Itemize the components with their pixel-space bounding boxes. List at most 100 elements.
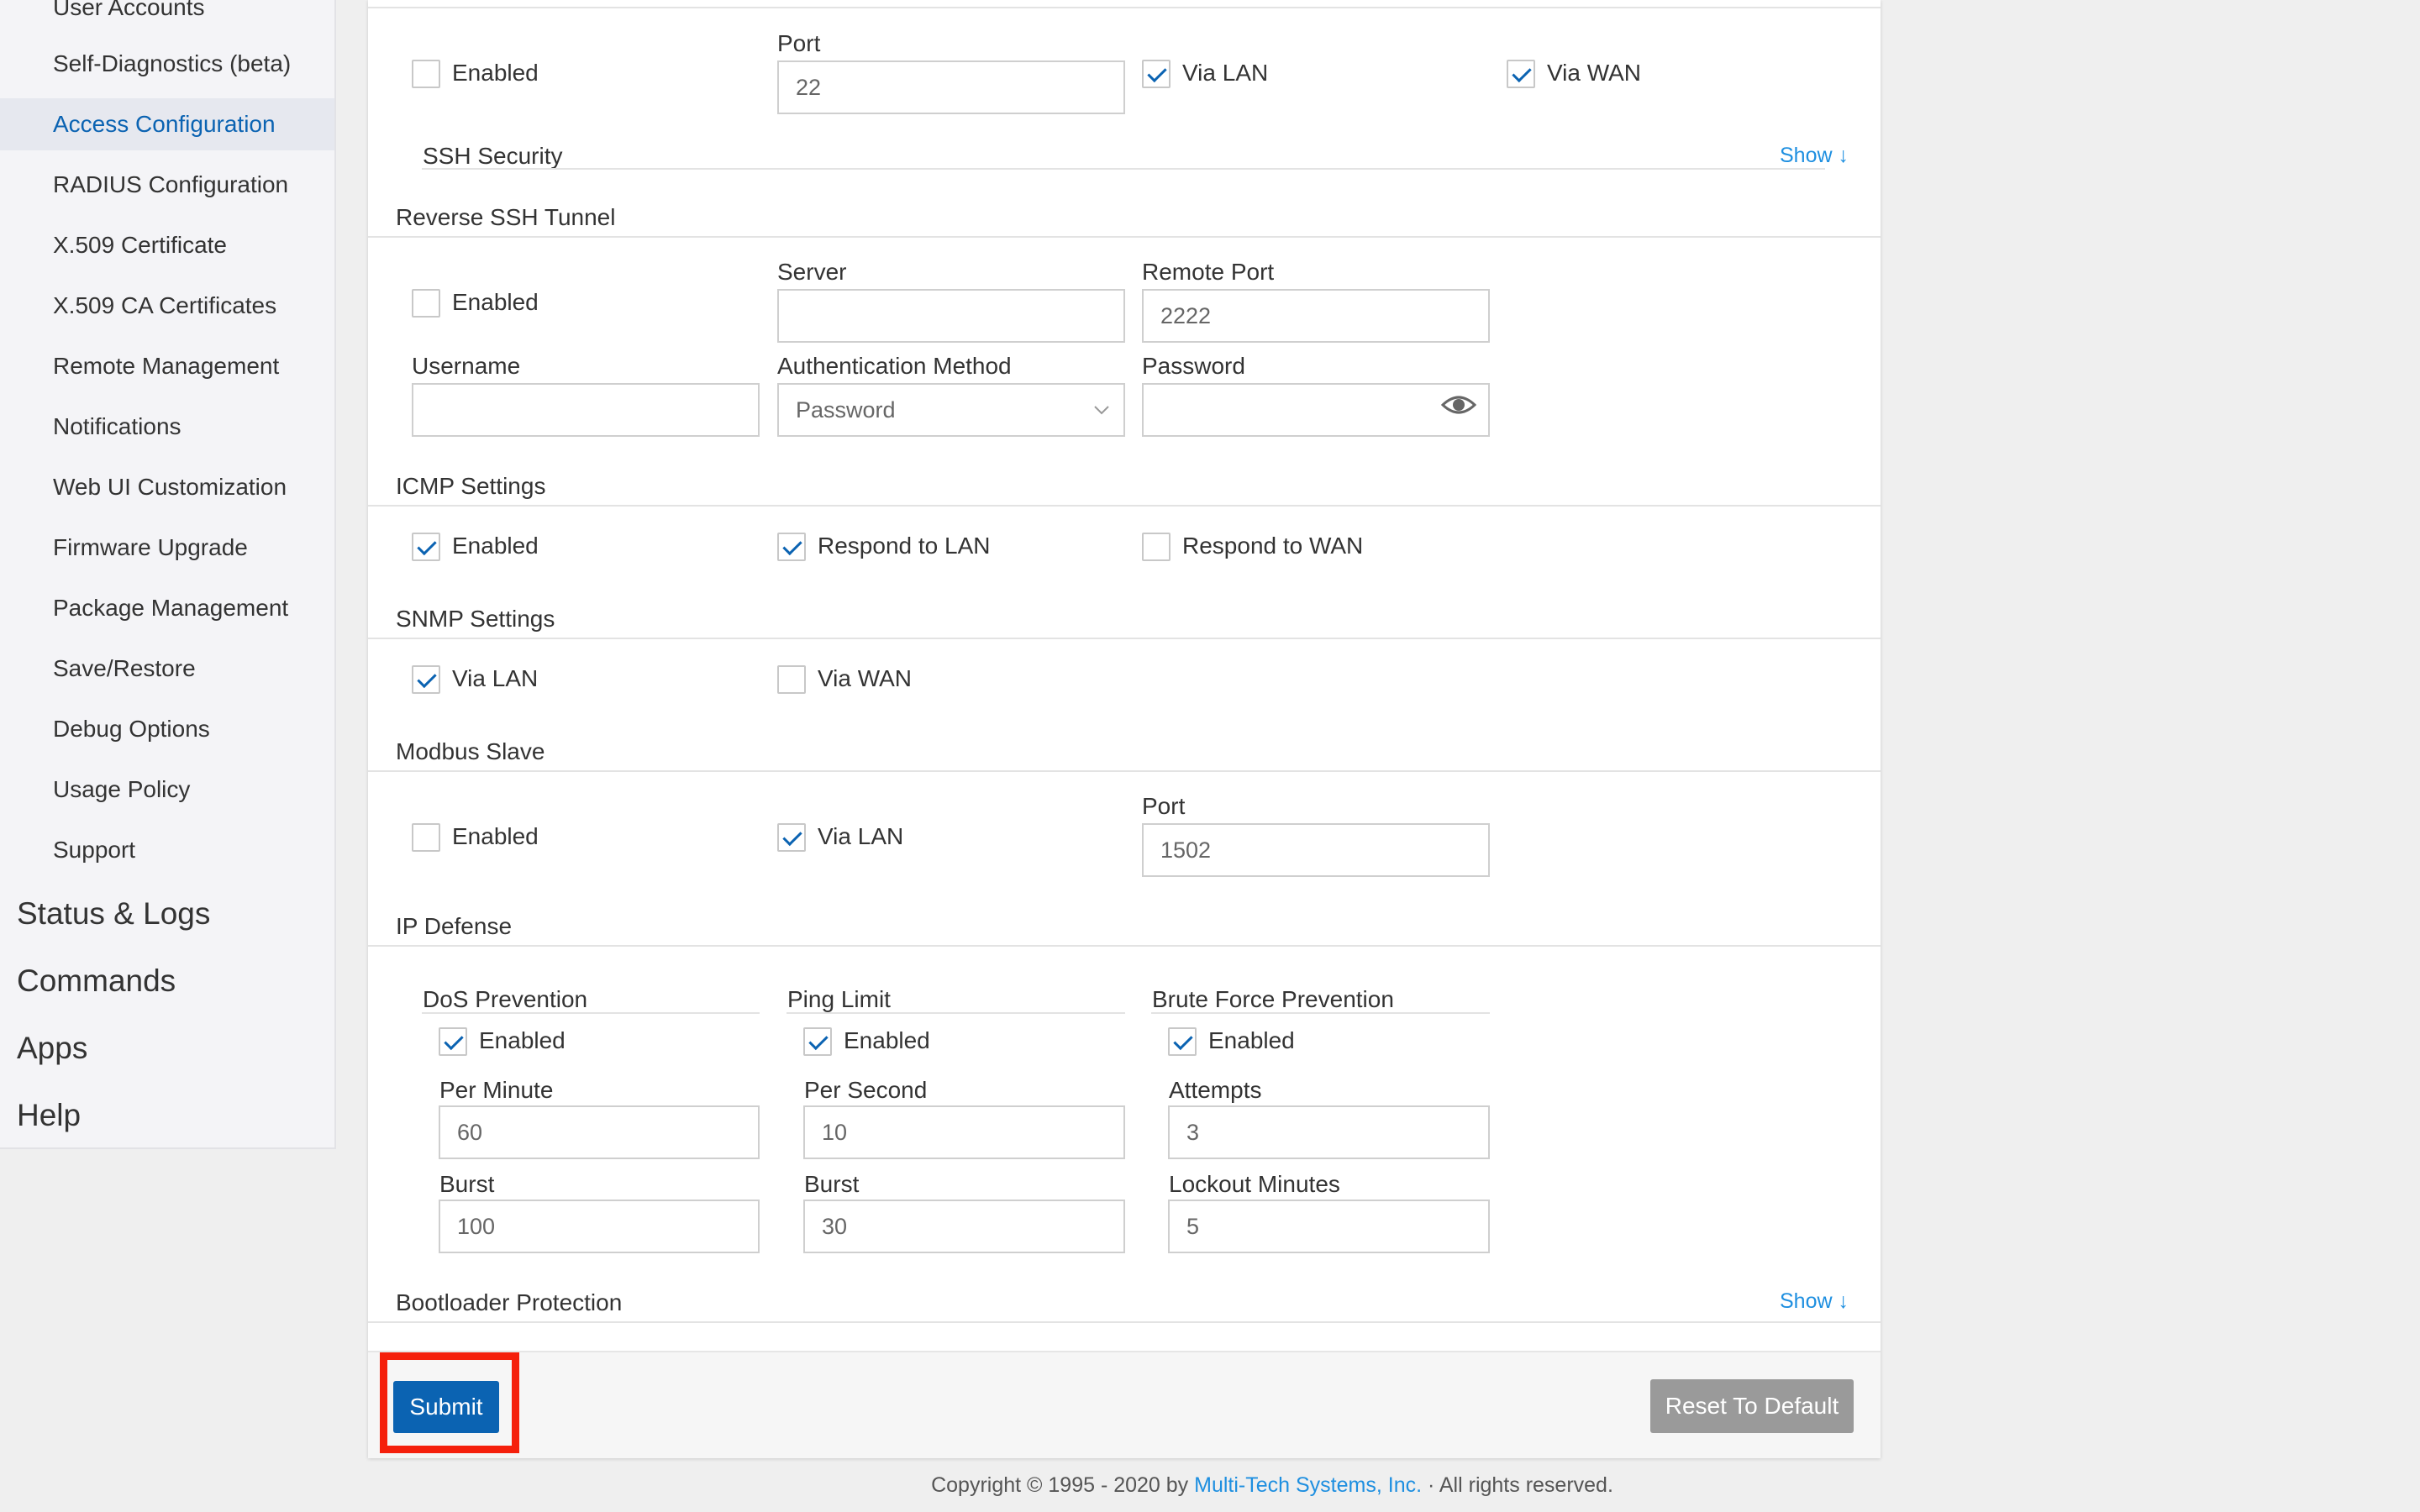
modbus-via-lan-checkbox[interactable] bbox=[777, 823, 806, 852]
brute-lockout-input[interactable] bbox=[1168, 1200, 1490, 1253]
bootloader-show-link[interactable]: Show ↓ bbox=[1780, 1289, 1849, 1314]
bootloader-title: Bootloader Protection bbox=[396, 1289, 623, 1315]
ping-per-second-label: Per Second bbox=[804, 1077, 928, 1103]
sidebar: User Accounts Self-Diagnostics (beta) Ac… bbox=[0, 0, 336, 1149]
modbus-title: Modbus Slave bbox=[396, 738, 545, 764]
username-label: Username bbox=[412, 353, 521, 379]
chevron-down-icon bbox=[1094, 406, 1109, 415]
password-label: Password bbox=[1142, 353, 1245, 379]
icmp-enabled-checkbox[interactable] bbox=[412, 533, 440, 561]
sidebar-item-x509-ca-certificates[interactable]: X.509 CA Certificates bbox=[0, 280, 334, 332]
snmp-via-wan-checkbox[interactable] bbox=[777, 665, 806, 694]
sidebar-item-package-management[interactable]: Package Management bbox=[0, 582, 334, 634]
ssh-security-divider bbox=[422, 168, 1825, 170]
remote-port-label: Remote Port bbox=[1142, 259, 1275, 285]
brute-enabled-label: Enabled bbox=[1208, 1027, 1295, 1053]
sidebar-item-commands[interactable]: Commands bbox=[17, 960, 176, 1002]
access-configuration-panel: Enabled Port Via LAN Via WAN SSH Securit… bbox=[368, 0, 1881, 1458]
brute-force-divider bbox=[1151, 1012, 1490, 1014]
ssh-port-input[interactable] bbox=[777, 60, 1125, 114]
ssh-via-lan-label: Via LAN bbox=[1182, 60, 1269, 86]
sidebar-item-x509-certificate[interactable]: X.509 Certificate bbox=[0, 219, 334, 271]
ssh-enabled-checkbox[interactable] bbox=[412, 60, 440, 88]
sidebar-item-usage-policy[interactable]: Usage Policy bbox=[0, 764, 334, 816]
username-input[interactable] bbox=[412, 383, 760, 437]
modbus-via-lan-label: Via LAN bbox=[818, 823, 904, 849]
ping-burst-label: Burst bbox=[804, 1171, 860, 1197]
remote-port-input[interactable] bbox=[1142, 289, 1490, 343]
sidebar-item-access-configuration[interactable]: Access Configuration bbox=[0, 98, 334, 150]
icmp-respond-wan-checkbox[interactable] bbox=[1142, 533, 1171, 561]
dos-prevention-title: DoS Prevention bbox=[423, 986, 588, 1012]
snmp-via-lan-checkbox[interactable] bbox=[412, 665, 440, 694]
sidebar-item-radius-configuration[interactable]: RADIUS Configuration bbox=[0, 159, 334, 211]
icmp-enabled-label: Enabled bbox=[452, 533, 539, 559]
brute-attempts-input[interactable] bbox=[1168, 1105, 1490, 1159]
ssh-security-title: SSH Security bbox=[423, 143, 563, 169]
server-label: Server bbox=[777, 259, 847, 285]
icmp-divider bbox=[368, 505, 1881, 507]
sidebar-item-help[interactable]: Help bbox=[17, 1095, 81, 1137]
icmp-title: ICMP Settings bbox=[396, 473, 546, 499]
sidebar-item-firmware-upgrade[interactable]: Firmware Upgrade bbox=[0, 522, 334, 574]
snmp-divider bbox=[368, 638, 1881, 639]
copyright-prefix: Copyright © 1995 - 2020 by bbox=[931, 1473, 1195, 1497]
ip-defense-divider bbox=[368, 945, 1881, 947]
sidebar-item-debug-options[interactable]: Debug Options bbox=[0, 703, 334, 755]
password-input[interactable] bbox=[1142, 383, 1490, 437]
reset-to-default-button[interactable]: Reset To Default bbox=[1650, 1379, 1854, 1433]
auth-method-value: Password bbox=[796, 397, 896, 423]
sidebar-item-self-diagnostics[interactable]: Self-Diagnostics (beta) bbox=[0, 38, 334, 90]
dos-burst-input[interactable] bbox=[439, 1200, 760, 1253]
sidebar-item-apps[interactable]: Apps bbox=[17, 1027, 87, 1069]
dos-per-minute-label: Per Minute bbox=[439, 1077, 554, 1103]
brute-force-title: Brute Force Prevention bbox=[1152, 986, 1394, 1012]
ping-enabled-checkbox[interactable] bbox=[803, 1027, 832, 1056]
icmp-respond-lan-label: Respond to LAN bbox=[818, 533, 991, 559]
copyright-footer: Copyright © 1995 - 2020 by Multi-Tech Sy… bbox=[0, 1473, 2420, 1498]
reverse-ssh-enabled-checkbox[interactable] bbox=[412, 289, 440, 318]
ssh-via-wan-label: Via WAN bbox=[1547, 60, 1642, 86]
ssh-via-lan-checkbox[interactable] bbox=[1142, 60, 1171, 88]
brute-enabled-checkbox[interactable] bbox=[1168, 1027, 1197, 1056]
modbus-port-label: Port bbox=[1142, 793, 1186, 819]
ssh-via-wan-checkbox[interactable] bbox=[1507, 60, 1535, 88]
icmp-respond-lan-checkbox[interactable] bbox=[777, 533, 806, 561]
sidebar-item-support[interactable]: Support bbox=[0, 824, 334, 876]
dos-prevention-divider bbox=[422, 1012, 760, 1014]
ip-defense-title: IP Defense bbox=[396, 913, 513, 939]
auth-method-select[interactable]: Password bbox=[777, 383, 1125, 437]
eye-icon[interactable] bbox=[1441, 393, 1476, 417]
ssh-port-label: Port bbox=[777, 30, 821, 56]
ping-limit-title: Ping Limit bbox=[787, 986, 891, 1012]
reverse-ssh-title: Reverse SSH Tunnel bbox=[396, 204, 616, 230]
sidebar-item-web-ui-customization[interactable]: Web UI Customization bbox=[0, 461, 334, 513]
ping-per-second-input[interactable] bbox=[803, 1105, 1125, 1159]
ping-limit-divider bbox=[786, 1012, 1125, 1014]
server-input[interactable] bbox=[777, 289, 1125, 343]
sidebar-item-save-restore[interactable]: Save/Restore bbox=[0, 643, 334, 695]
modbus-enabled-checkbox[interactable] bbox=[412, 823, 440, 852]
sidebar-item-notifications[interactable]: Notifications bbox=[0, 401, 334, 453]
sidebar-item-user-accounts[interactable]: User Accounts bbox=[0, 0, 334, 34]
dos-burst-label: Burst bbox=[439, 1171, 495, 1197]
bootloader-divider bbox=[368, 1321, 1881, 1323]
dos-per-minute-input[interactable] bbox=[439, 1105, 760, 1159]
brute-attempts-label: Attempts bbox=[1169, 1077, 1262, 1103]
dos-enabled-label: Enabled bbox=[479, 1027, 566, 1053]
ping-burst-input[interactable] bbox=[803, 1200, 1125, 1253]
ssh-enabled-label: Enabled bbox=[452, 60, 539, 86]
ssh-security-show-link[interactable]: Show ↓ bbox=[1780, 144, 1849, 168]
dos-enabled-checkbox[interactable] bbox=[439, 1027, 467, 1056]
copyright-suffix: · All rights reserved. bbox=[1422, 1473, 1613, 1497]
icmp-respond-wan-label: Respond to WAN bbox=[1182, 533, 1364, 559]
company-link[interactable]: Multi-Tech Systems, Inc. bbox=[1194, 1473, 1422, 1497]
reverse-ssh-divider bbox=[368, 236, 1881, 238]
sidebar-item-remote-management[interactable]: Remote Management bbox=[0, 340, 334, 392]
submit-highlight-box bbox=[380, 1352, 519, 1453]
snmp-via-lan-label: Via LAN bbox=[452, 665, 539, 691]
modbus-port-input[interactable] bbox=[1142, 823, 1490, 877]
snmp-via-wan-label: Via WAN bbox=[818, 665, 913, 691]
sidebar-item-status-logs[interactable]: Status & Logs bbox=[17, 893, 210, 935]
section-divider bbox=[368, 7, 1881, 8]
